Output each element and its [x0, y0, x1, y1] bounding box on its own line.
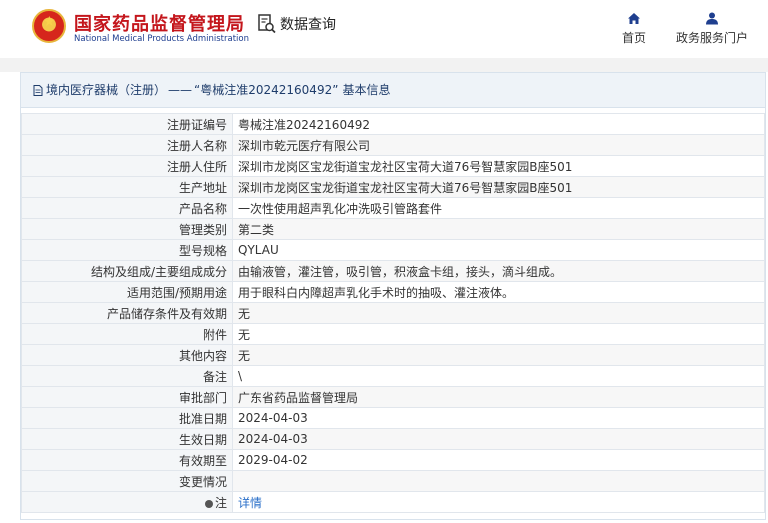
table-row: 生效日期 2024-04-03 [21, 428, 765, 450]
detail-panel: 境内医疗器械（注册） —— “粤械注准20242160492” 基本信息 注册证… [20, 72, 766, 520]
data-query-label: 数据查询 [280, 17, 336, 33]
field-label: 管理类别 [21, 218, 233, 240]
field-value: 深圳市乾元医疗有限公司 [232, 134, 765, 156]
registration-detail-table: 注册证编号 粤械注准20242160492 注册人名称 深圳市乾元医疗有限公司 注册人住… [21, 113, 765, 513]
field-label: 产品储存条件及有效期 [21, 302, 233, 324]
field-value: 无 [232, 323, 765, 345]
org-name-en: National Medical Products Administration [74, 34, 249, 44]
breadcrumb: 境内医疗器械（注册） —— “粤械注准20242160492” 基本信息 [21, 73, 765, 108]
field-value: QYLAU [232, 239, 765, 261]
field-label: 批准日期 [21, 407, 233, 429]
field-label: 注册证编号 [21, 113, 233, 135]
lightbulb-icon [204, 499, 213, 508]
nav-gov-label: 政务服务门户 [676, 31, 749, 45]
table-row: 产品储存条件及有效期无 [21, 302, 765, 324]
table-row: 备注 \ [21, 365, 765, 387]
table-row: 结构及组成/主要组成成分 由输液管，灌注管，吸引管，积液盒卡组，接头，滴斗组成。 [21, 260, 765, 282]
breadcrumb-separator: —— [168, 83, 193, 97]
table-row: 其他内容无 [21, 344, 765, 366]
field-label: 注册人名称 [21, 134, 233, 156]
breadcrumb-suffix: 基本信息 [342, 83, 391, 97]
field-value: \ [232, 365, 765, 387]
field-label: 生效日期 [21, 428, 233, 450]
table-row: 附件无 [21, 323, 765, 345]
field-label: 附件 [21, 323, 233, 345]
table-row: 生产地址 深圳市龙岗区宝龙街道宝龙社区宝荷大道76号智慧家园B座501 [21, 176, 765, 198]
document-icon [33, 84, 43, 96]
data-query-link[interactable]: 数据查询 [258, 14, 336, 34]
table-row: 注册人名称 深圳市乾元医疗有限公司 [21, 134, 765, 156]
national-emblem-logo: ★ [32, 9, 66, 43]
table-row: 注册证编号 粤械注准20242160492 [21, 113, 765, 135]
home-icon [628, 13, 640, 24]
header-divider [0, 58, 768, 72]
data-query-icon [258, 14, 276, 34]
site-header: ★ 国家药品监督管理局 National Medical Products Ad… [0, 0, 768, 58]
nav-gov-service-portal[interactable]: 政务服务门户 [676, 12, 748, 46]
field-label: 产品名称 [21, 197, 233, 219]
field-value: 深圳市龙岗区宝龙街道宝龙社区宝荷大道76号智慧家园B座501 [232, 176, 765, 198]
field-value: 深圳市龙岗区宝龙街道宝龙社区宝荷大道76号智慧家园B座501 [232, 155, 765, 177]
field-label: 变更情况 [21, 470, 233, 492]
field-value: 广东省药品监督管理局 [232, 386, 765, 408]
field-value: 用于眼科白内障超声乳化手术时的抽吸、灌注液体。 [232, 281, 765, 303]
field-label: 其他内容 [21, 344, 233, 366]
field-value: 粤械注准20242160492 [232, 113, 765, 135]
field-value [232, 470, 765, 492]
field-label: 注册人住所 [21, 155, 233, 177]
breadcrumb-record: “粤械注准20242160492” [194, 83, 339, 97]
table-row: 管理类别 第二类 [21, 218, 765, 240]
table-row: 变更情况 [21, 470, 765, 492]
nav-home-label: 首页 [622, 31, 647, 45]
field-value: 无 [232, 302, 765, 324]
field-value: 2029-04-02 [232, 449, 765, 471]
user-icon [706, 12, 718, 25]
field-label: 适用范围/预期用途 [21, 281, 233, 303]
field-value: 由输液管，灌注管，吸引管，积液盒卡组，接头，滴斗组成。 [232, 260, 765, 282]
field-value: 无 [232, 344, 765, 366]
nav-home[interactable]: 首页 [622, 12, 646, 46]
table-row: 注 详情 [21, 491, 765, 513]
breadcrumb-category[interactable]: 境内医疗器械（注册） [46, 73, 166, 107]
note-value-cell: 详情 [232, 491, 765, 513]
field-label: 生产地址 [21, 176, 233, 198]
note-label-cell: 注 [21, 491, 233, 513]
field-label: 型号规格 [21, 239, 233, 261]
field-label: 结构及组成/主要组成成分 [21, 260, 233, 282]
field-value: 第二类 [232, 218, 765, 240]
field-label: 审批部门 [21, 386, 233, 408]
table-row: 产品名称 一次性使用超声乳化冲洗吸引管路套件 [21, 197, 765, 219]
details-link[interactable]: 详情 [238, 496, 262, 510]
field-value: 一次性使用超声乳化冲洗吸引管路套件 [232, 197, 765, 219]
table-row: 适用范围/预期用途 用于眼科白内障超声乳化手术时的抽吸、灌注液体。 [21, 281, 765, 303]
field-label: 备注 [21, 365, 233, 387]
note-label: 注 [214, 495, 227, 510]
table-row: 审批部门 广东省药品监督管理局 [21, 386, 765, 408]
table-row: 型号规格 QYLAU [21, 239, 765, 261]
table-row: 注册人住所 深圳市龙岗区宝龙街道宝龙社区宝荷大道76号智慧家园B座501 [21, 155, 765, 177]
field-value: 2024-04-03 [232, 407, 765, 429]
table-row: 批准日期 2024-04-03 [21, 407, 765, 429]
org-name-cn: 国家药品监督管理局 [74, 14, 245, 35]
field-label: 有效期至 [21, 449, 233, 471]
field-value: 2024-04-03 [232, 428, 765, 450]
table-row: 有效期至 2029-04-02 [21, 449, 765, 471]
